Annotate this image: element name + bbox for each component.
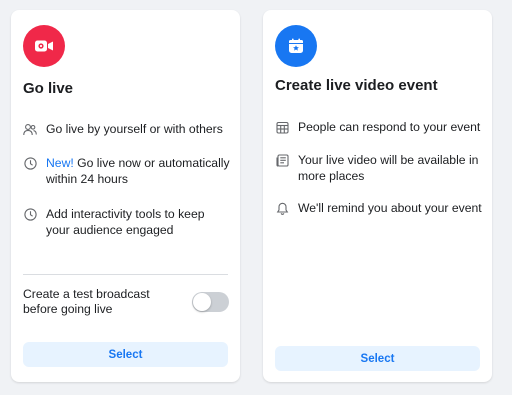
new-tag[interactable]: New! xyxy=(46,156,74,170)
go-live-card[interactable]: Go live Go live by yourself or with othe… xyxy=(11,10,240,382)
go-live-feature-people: Go live by yourself or with others xyxy=(23,121,233,137)
bell-icon xyxy=(275,201,289,215)
video-camera-icon xyxy=(23,25,65,67)
live-event-feature-text: Your live video will be available in mor… xyxy=(298,153,479,183)
live-event-card[interactable]: Create live video event People can respo… xyxy=(263,10,492,382)
clock-icon xyxy=(23,156,37,170)
live-event-feature-places: Your live video will be available in mor… xyxy=(275,152,490,184)
live-event-title: Create live video event xyxy=(275,77,438,94)
test-broadcast-toggle[interactable] xyxy=(192,292,229,312)
calendar-star-icon xyxy=(275,25,317,67)
go-live-feature-text: Add interactivity tools to keep your aud… xyxy=(46,207,205,237)
go-live-select-button[interactable]: Select xyxy=(23,342,228,367)
live-event-feature-respond: People can respond to your event xyxy=(275,119,490,135)
calendar-grid-icon xyxy=(275,120,289,134)
live-event-feature-text: People can respond to your event xyxy=(298,120,481,134)
divider xyxy=(23,274,228,275)
live-event-select-button[interactable]: Select xyxy=(275,346,480,371)
go-live-feature-new: New! Go live now or automatically within… xyxy=(23,155,233,187)
people-icon xyxy=(23,122,37,136)
clock-icon xyxy=(23,207,37,221)
go-live-feature-text: Go live by yourself or with others xyxy=(46,122,223,136)
toggle-knob xyxy=(193,293,211,311)
test-broadcast-label: Create a test broadcast before going liv… xyxy=(23,287,150,316)
go-live-title: Go live xyxy=(23,80,74,97)
news-feed-icon xyxy=(275,153,289,167)
live-event-feature-text: We'll remind you about your event xyxy=(298,201,482,215)
go-live-feature-text: Go live now or automatically within 24 h… xyxy=(46,156,230,186)
go-live-feature-interactivity: Add interactivity tools to keep your aud… xyxy=(23,206,223,238)
live-event-feature-remind: We'll remind you about your event xyxy=(275,200,490,216)
